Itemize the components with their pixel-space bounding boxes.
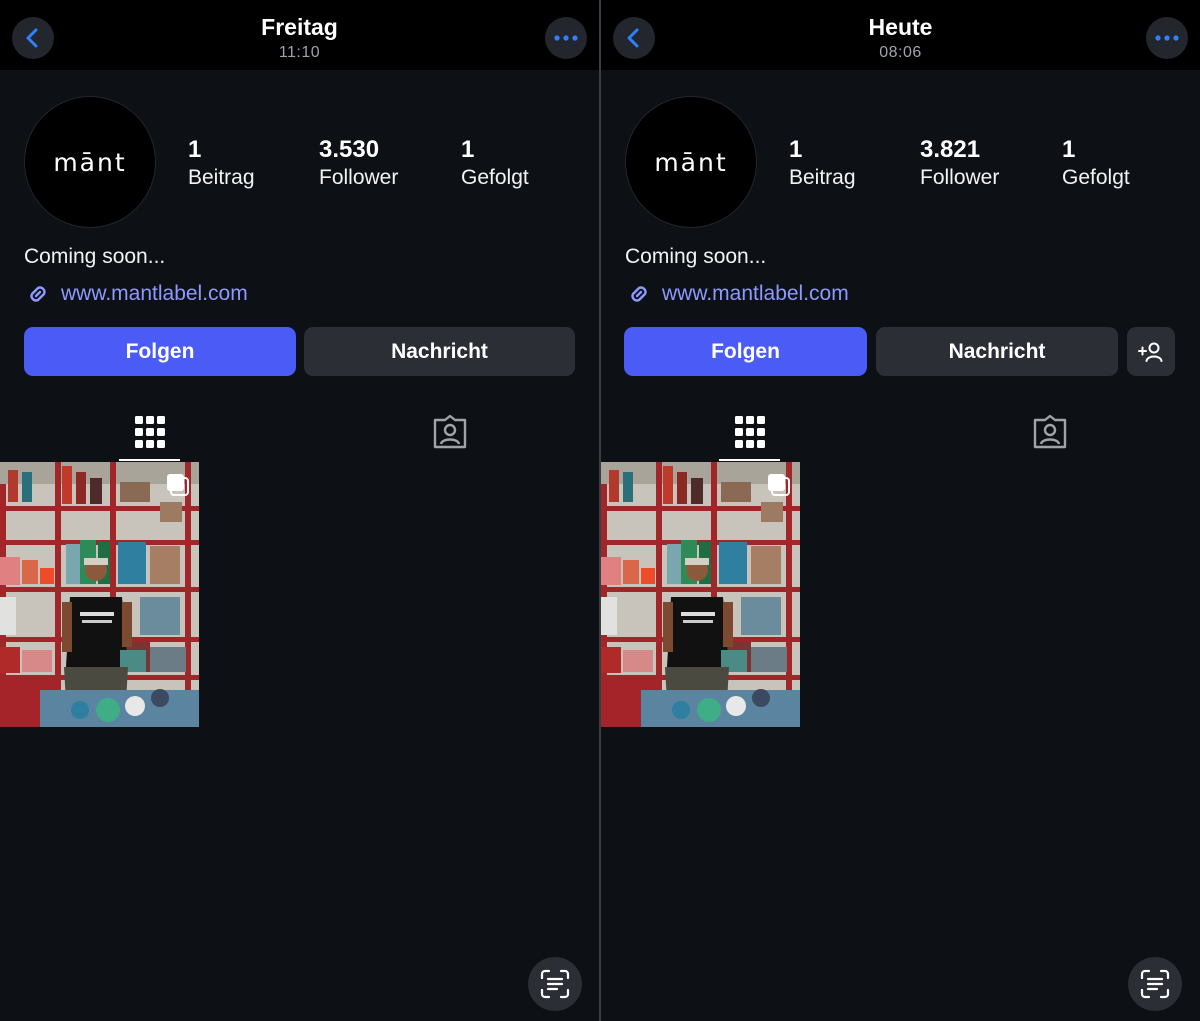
profile-link[interactable]: www.mantlabel.com: [625, 280, 849, 308]
add-person-icon: [1138, 342, 1163, 362]
chat-title: Heute: [868, 14, 933, 40]
follow-button[interactable]: Folgen: [624, 327, 867, 376]
stat-following-label: Gefolgt: [461, 166, 529, 189]
tab-tagged[interactable]: [1020, 403, 1080, 461]
chat-timestamp: 11:10: [278, 44, 321, 61]
profile-avatar[interactable]: mānt: [24, 96, 156, 228]
profile-bio: Coming soon...: [625, 245, 767, 268]
stat-following-label: Gefolgt: [1062, 166, 1130, 189]
stat-following[interactable]: 1 Gefolgt: [1062, 136, 1130, 192]
grid-icon: [134, 416, 165, 448]
profile-link[interactable]: www.mantlabel.com: [24, 280, 248, 308]
scan-text-icon: [540, 969, 570, 999]
chat-timestamp: 08:06: [879, 44, 922, 61]
profile-avatar[interactable]: mānt: [625, 96, 757, 228]
profile-panel-heute: Heute 08:06 mānt 1 Beitrag 3.821 Followe…: [601, 0, 1200, 1021]
stat-followers-count: 3.821: [920, 136, 981, 163]
link-icon: [24, 280, 52, 308]
stat-followers-label: Follower: [319, 166, 399, 189]
active-tab-indicator: [719, 459, 780, 461]
comparison-screenshot: Freitag 11:10 mānt 1 Beitrag 3.530 Follo…: [0, 0, 1200, 1021]
message-button[interactable]: Nachricht: [304, 327, 575, 376]
stat-posts-count: 1: [789, 136, 803, 163]
active-tab-indicator: [119, 459, 180, 461]
post-thumbnail[interactable]: [0, 462, 199, 727]
message-button[interactable]: Nachricht: [876, 327, 1118, 376]
stat-posts-label: Beitrag: [188, 166, 255, 189]
scan-text-button[interactable]: [528, 957, 582, 1011]
profile-bio: Coming soon...: [24, 245, 166, 268]
chat-title: Freitag: [261, 14, 338, 40]
stat-followers[interactable]: 3.530 Follower: [319, 136, 398, 192]
stat-posts[interactable]: 1 Beitrag: [188, 136, 255, 192]
carousel-icon: [767, 473, 791, 497]
carousel-icon: [166, 473, 190, 497]
link-icon: [625, 280, 653, 308]
tab-posts-grid[interactable]: [719, 403, 780, 461]
post-thumbnail[interactable]: [601, 462, 800, 727]
tab-tagged[interactable]: [420, 403, 480, 461]
stat-posts[interactable]: 1 Beitrag: [789, 136, 856, 192]
top-bar: Heute 08:06: [601, 0, 1200, 70]
stat-following[interactable]: 1 Gefolgt: [461, 136, 529, 192]
avatar-logo-text: mānt: [654, 147, 728, 177]
stat-followers-count: 3.530: [319, 136, 380, 163]
more-options-button[interactable]: [545, 17, 587, 59]
post-photo-image: [601, 462, 800, 727]
profile-link-text: www.mantlabel.com: [662, 282, 849, 305]
stat-following-count: 1: [1062, 136, 1076, 163]
add-person-button[interactable]: [1127, 327, 1175, 376]
more-horizontal-icon: [554, 35, 578, 41]
stat-followers[interactable]: 3.821 Follower: [920, 136, 999, 192]
stat-following-count: 1: [461, 136, 475, 163]
tagged-person-icon: [433, 414, 467, 449]
post-photo-image: [0, 462, 199, 727]
tab-posts-grid[interactable]: [119, 403, 180, 461]
scan-text-icon: [1140, 969, 1170, 999]
scan-text-button[interactable]: [1128, 957, 1182, 1011]
more-horizontal-icon: [1155, 35, 1179, 41]
more-options-button[interactable]: [1146, 17, 1188, 59]
follow-button[interactable]: Folgen: [24, 327, 296, 376]
tagged-person-icon: [1033, 414, 1067, 449]
stat-posts-label: Beitrag: [789, 166, 856, 189]
grid-icon: [734, 416, 765, 448]
stat-followers-label: Follower: [920, 166, 1000, 189]
profile-link-text: www.mantlabel.com: [61, 282, 248, 305]
top-bar: Freitag 11:10: [0, 0, 599, 70]
profile-panel-freitag: Freitag 11:10 mānt 1 Beitrag 3.530 Follo…: [0, 0, 599, 1021]
stat-posts-count: 1: [188, 136, 202, 163]
avatar-logo-text: mānt: [53, 147, 127, 177]
